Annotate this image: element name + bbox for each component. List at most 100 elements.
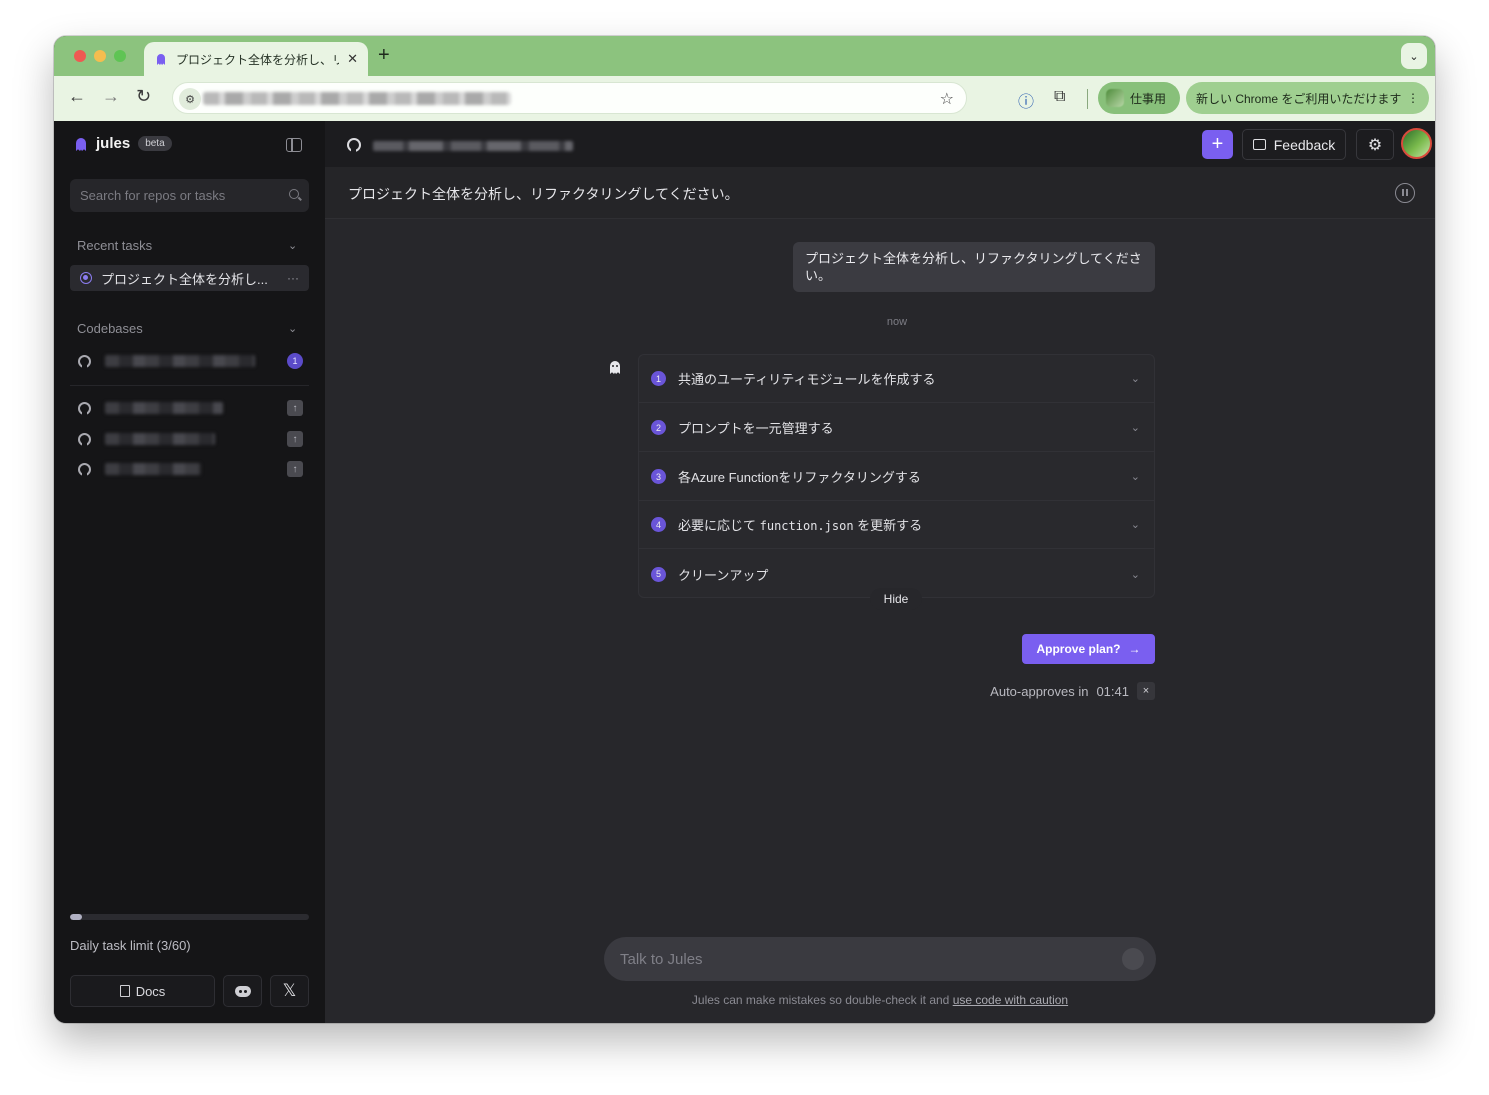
chrome-update-button[interactable]: 新しい Chrome をご利用いただけます ⋮ <box>1186 82 1429 114</box>
profile-label: 仕事用 <box>1130 91 1167 106</box>
forward-arrow-icon[interactable]: → <box>102 86 120 107</box>
step-label: プロンプトを一元管理する <box>678 421 834 436</box>
jules-favicon-icon <box>157 54 165 65</box>
task-running-icon <box>80 272 92 284</box>
x-logo-icon: 𝕏 <box>282 981 297 1000</box>
step-label: クリーンアップ <box>678 567 769 583</box>
close-tab-icon[interactable]: ✕ <box>347 51 358 67</box>
chevron-down-icon[interactable]: ⌄ <box>1131 421 1140 434</box>
x-button[interactable]: 𝕏 <box>270 975 309 1007</box>
recent-tasks-title: Recent tasks <box>77 238 153 253</box>
github-icon <box>78 432 91 446</box>
document-icon <box>119 985 130 997</box>
sidebar-toggle-icon[interactable] <box>286 138 302 152</box>
caution-link[interactable]: use code with caution <box>953 993 1068 1007</box>
repo-name-blurred <box>105 433 215 445</box>
upload-icon[interactable]: ↑ <box>287 461 303 477</box>
repo-name-blurred <box>105 463 201 475</box>
browser-window: プロジェクト全体を分析し、リフ ✕ + ⌄ ← → ↻ ⚙ ☆ ⓘ ⧉ 仕事用 … <box>54 36 1435 1023</box>
recent-task-label: プロジェクト全体を分析し... <box>101 271 268 287</box>
bookmark-star-icon[interactable]: ☆ <box>940 89 954 109</box>
chevron-down-icon[interactable]: ⌄ <box>1131 470 1140 483</box>
codebase-item[interactable]: 1 <box>78 352 303 370</box>
kebab-menu-icon[interactable]: ⋮ <box>1407 91 1419 105</box>
auto-approve-countdown: Auto-approves in 01:41 × <box>945 681 1155 701</box>
password-manager-icon[interactable]: ⓘ <box>1018 88 1034 112</box>
profile-avatar-icon <box>1106 89 1124 107</box>
tab-search-button[interactable]: ⌄ <box>1401 43 1427 69</box>
more-options-icon[interactable]: ··· <box>287 271 299 285</box>
upload-icon[interactable]: ↑ <box>287 400 303 416</box>
discord-button[interactable] <box>223 975 262 1007</box>
address-bar[interactable]: ⚙ ☆ <box>172 82 967 114</box>
pause-icon[interactable] <box>1395 183 1415 203</box>
step-label-prefix: 必要に応じて <box>678 518 760 533</box>
settings-gear-icon[interactable]: ⚙ <box>1356 129 1394 160</box>
disclaimer-text: Jules can make mistakes so double-check … <box>691 993 953 1007</box>
jules-avatar-icon <box>610 361 620 374</box>
beta-badge: beta <box>138 136 172 151</box>
step-number: 3 <box>651 469 666 484</box>
user-avatar[interactable] <box>1401 128 1432 159</box>
plan-step[interactable]: 1 共通のユーティリティモジュールを作成する ⌄ <box>639 355 1154 403</box>
daily-limit-progress <box>70 914 309 920</box>
browser-tab-active[interactable]: プロジェクト全体を分析し、リフ ✕ <box>144 42 368 76</box>
upload-icon[interactable]: ↑ <box>287 431 303 447</box>
codebase-item[interactable]: ↑ <box>78 460 303 478</box>
new-task-button[interactable]: + <box>1202 130 1233 159</box>
site-settings-icon[interactable]: ⚙ <box>179 88 201 110</box>
approve-label: Approve plan? <box>1036 642 1121 656</box>
repo-path-blurred[interactable] <box>373 141 573 151</box>
browser-toolbar: ← → ↻ ⚙ ☆ ⓘ ⧉ 仕事用 新しい Chrome をご利用いただけます … <box>54 76 1435 121</box>
new-tab-button[interactable]: + <box>378 44 390 67</box>
hide-plan-button[interactable]: Hide <box>870 588 922 610</box>
chat-input[interactable] <box>604 937 1156 981</box>
step-label: 共通のユーティリティモジュールを作成する <box>678 372 936 387</box>
back-arrow-icon[interactable]: ← <box>68 86 86 107</box>
close-window-button[interactable] <box>74 50 86 62</box>
task-title: プロジェクト全体を分析し、リファクタリングしてください。 <box>348 186 739 202</box>
user-message: プロジェクト全体を分析し、リファクタリングしてください。 <box>793 242 1155 292</box>
plan-step[interactable]: 4 必要に応じて function.json を更新する ⌄ <box>639 501 1154 549</box>
maximize-window-button[interactable] <box>114 50 126 62</box>
chevron-down-icon[interactable]: ⌄ <box>1131 372 1140 385</box>
codebase-item[interactable]: ↑ <box>78 399 303 417</box>
step-number: 2 <box>651 420 666 435</box>
feedback-button[interactable]: Feedback <box>1242 129 1346 160</box>
chevron-down-icon[interactable]: ⌄ <box>1131 568 1140 581</box>
step-number: 1 <box>651 371 666 386</box>
cancel-auto-approve-button[interactable]: × <box>1137 682 1155 700</box>
plan-card: 1 共通のユーティリティモジュールを作成する ⌄ 2 プロンプトを一元管理する … <box>638 354 1155 598</box>
approve-plan-button[interactable]: Approve plan? → <box>1022 634 1155 664</box>
codebase-item[interactable]: ↑ <box>78 430 303 448</box>
chevron-down-icon[interactable]: ⌄ <box>288 322 297 335</box>
toolbar-divider <box>1087 89 1088 109</box>
extensions-icon[interactable]: ⧉ <box>1054 88 1065 106</box>
plan-step[interactable]: 2 プロンプトを一元管理する ⌄ <box>639 404 1154 452</box>
docs-button[interactable]: Docs <box>70 975 215 1007</box>
daily-limit-label: Daily task limit (3/60) <box>70 938 191 953</box>
repo-name-blurred <box>105 355 255 367</box>
reload-icon[interactable]: ↻ <box>136 86 151 107</box>
message-timestamp: now <box>886 316 908 328</box>
tab-title: プロジェクト全体を分析し、リフ <box>176 52 340 67</box>
logo[interactable]: jules beta <box>74 135 172 152</box>
step-label-suffix: を更新する <box>853 518 923 533</box>
jules-logo-icon <box>76 137 86 151</box>
step-label: 各Azure Functionをリファクタリングする <box>678 470 921 485</box>
top-bar: + Feedback ⚙ <box>325 121 1435 167</box>
profile-chip[interactable]: 仕事用 <box>1098 82 1180 114</box>
chevron-down-icon[interactable]: ⌄ <box>288 239 297 252</box>
plan-step[interactable]: 3 各Azure Functionをリファクタリングする ⌄ <box>639 453 1154 501</box>
task-title-bar: プロジェクト全体を分析し、リファクタリングしてください。 <box>325 167 1435 219</box>
docs-label: Docs <box>135 983 166 999</box>
minimize-window-button[interactable] <box>94 50 106 62</box>
search-input[interactable] <box>70 179 309 212</box>
send-button[interactable] <box>1122 948 1144 970</box>
daily-limit-progress-fill <box>70 914 82 920</box>
feedback-label: Feedback <box>1273 136 1336 153</box>
step-number: 5 <box>651 566 666 582</box>
divider <box>70 385 309 386</box>
chevron-down-icon[interactable]: ⌄ <box>1131 518 1140 531</box>
recent-task-item[interactable]: プロジェクト全体を分析し... ··· <box>70 265 309 291</box>
